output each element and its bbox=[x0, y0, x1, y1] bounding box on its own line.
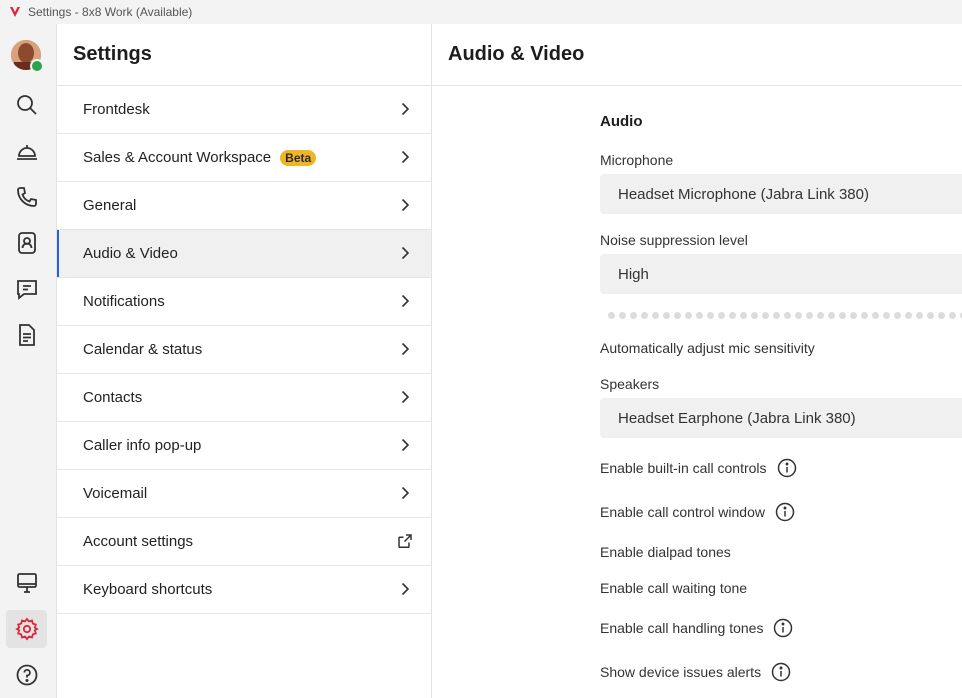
microphone-select[interactable]: Headset Microphone (Jabra Link 380) bbox=[600, 174, 962, 214]
chevron-right-icon bbox=[401, 438, 410, 452]
chevron-right-icon bbox=[401, 294, 410, 308]
window-titlebar: Settings - 8x8 Work (Available) bbox=[0, 0, 962, 24]
audio-section-title: Audio bbox=[600, 113, 643, 130]
chevron-right-icon bbox=[401, 342, 410, 356]
user-avatar[interactable] bbox=[11, 40, 44, 73]
presence-status-icon bbox=[30, 59, 44, 73]
settings-nav-panel: Settings Frontdesk Sales & Account Works… bbox=[57, 24, 432, 698]
noise-suppression-label: Noise suppression level bbox=[600, 232, 748, 248]
app-logo-icon bbox=[8, 5, 22, 19]
frontdesk-bell-icon[interactable] bbox=[6, 132, 47, 170]
chevron-right-icon bbox=[401, 198, 410, 212]
settings-item-label: Account settings bbox=[83, 533, 194, 550]
settings-item-general[interactable]: General bbox=[57, 182, 431, 230]
settings-item-audio-video[interactable]: Audio & Video bbox=[57, 230, 431, 278]
chevron-right-icon bbox=[401, 582, 410, 596]
document-icon[interactable] bbox=[6, 316, 47, 354]
settings-item-sales-account-workspace[interactable]: Sales & Account Workspace Beta bbox=[57, 134, 431, 182]
settings-item-notifications[interactable]: Notifications bbox=[57, 278, 431, 326]
noise-suppression-select[interactable]: High bbox=[600, 254, 962, 294]
settings-item-frontdesk[interactable]: Frontdesk bbox=[57, 86, 431, 134]
info-icon[interactable] bbox=[771, 662, 791, 682]
app-nav-rail bbox=[0, 24, 57, 698]
call-control-window-label: Enable call control window bbox=[600, 504, 765, 520]
search-icon[interactable] bbox=[6, 86, 47, 124]
settings-item-label: Contacts bbox=[83, 389, 143, 406]
settings-item-label: Keyboard shortcuts bbox=[83, 581, 213, 598]
settings-item-keyboard-shortcuts[interactable]: Keyboard shortcuts bbox=[57, 566, 431, 614]
speakers-label: Speakers bbox=[600, 376, 660, 392]
noise-suppression-value: High bbox=[618, 265, 649, 283]
chevron-right-icon bbox=[401, 486, 410, 500]
external-link-icon bbox=[398, 534, 412, 549]
builtin-call-controls-row: Enable built-in call controls bbox=[600, 458, 797, 478]
mic-level-meter bbox=[608, 312, 962, 319]
chevron-right-icon bbox=[401, 150, 410, 164]
window-title: Settings - 8x8 Work (Available) bbox=[28, 5, 193, 19]
settings-item-label: Notifications bbox=[83, 293, 165, 310]
speakers-value: Headset Earphone (Jabra Link 380) bbox=[618, 409, 856, 427]
help-icon[interactable] bbox=[6, 656, 47, 694]
content-title: Audio & Video bbox=[432, 24, 962, 86]
call-handling-tones-row: Enable call handling tones bbox=[600, 618, 793, 638]
info-icon[interactable] bbox=[777, 458, 797, 478]
settings-item-caller-info-popup[interactable]: Caller info pop-up bbox=[57, 422, 431, 470]
settings-item-label: Caller info pop-up bbox=[83, 437, 202, 454]
phone-icon[interactable] bbox=[6, 178, 47, 216]
settings-item-label: Sales & Account Workspace bbox=[83, 149, 272, 166]
settings-item-label: General bbox=[83, 197, 137, 214]
microphone-label: Microphone bbox=[600, 152, 674, 168]
chevron-right-icon bbox=[401, 246, 410, 260]
chevron-right-icon bbox=[401, 102, 410, 116]
call-waiting-tone-label: Enable call waiting tone bbox=[600, 580, 748, 596]
settings-item-label: Frontdesk bbox=[83, 101, 150, 118]
call-handling-tones-label: Enable call handling tones bbox=[600, 620, 764, 636]
dialpad-tones-label: Enable dialpad tones bbox=[600, 544, 731, 560]
settings-item-voicemail[interactable]: Voicemail bbox=[57, 470, 431, 518]
monitor-icon[interactable] bbox=[6, 564, 47, 602]
settings-item-label: Calendar & status bbox=[83, 341, 203, 358]
gear-icon[interactable] bbox=[6, 610, 47, 648]
speakers-select[interactable]: Headset Earphone (Jabra Link 380) bbox=[600, 398, 962, 438]
chat-icon[interactable] bbox=[6, 270, 47, 308]
settings-title: Settings bbox=[57, 24, 431, 86]
builtin-call-controls-label: Enable built-in call controls bbox=[600, 460, 767, 476]
settings-item-calendar-status[interactable]: Calendar & status bbox=[57, 326, 431, 374]
beta-badge: Beta bbox=[280, 149, 317, 166]
chevron-right-icon bbox=[401, 390, 410, 404]
settings-item-contacts[interactable]: Contacts bbox=[57, 374, 431, 422]
auto-adjust-mic-label: Automatically adjust mic sensitivity bbox=[600, 340, 815, 356]
device-issues-alerts-label: Show device issues alerts bbox=[600, 664, 762, 680]
settings-item-label: Voicemail bbox=[83, 485, 148, 502]
call-control-window-row: Enable call control window bbox=[600, 502, 795, 522]
info-icon[interactable] bbox=[773, 618, 793, 638]
contacts-icon[interactable] bbox=[6, 224, 47, 262]
info-icon[interactable] bbox=[775, 502, 795, 522]
device-issues-alerts-row: Show device issues alerts bbox=[600, 662, 791, 682]
settings-item-account-settings[interactable]: Account settings bbox=[57, 518, 431, 566]
microphone-value: Headset Microphone (Jabra Link 380) bbox=[618, 185, 869, 203]
audio-video-content: Audio & Video Audio Microphone Headset M… bbox=[432, 24, 962, 698]
settings-item-label: Audio & Video bbox=[83, 245, 178, 262]
